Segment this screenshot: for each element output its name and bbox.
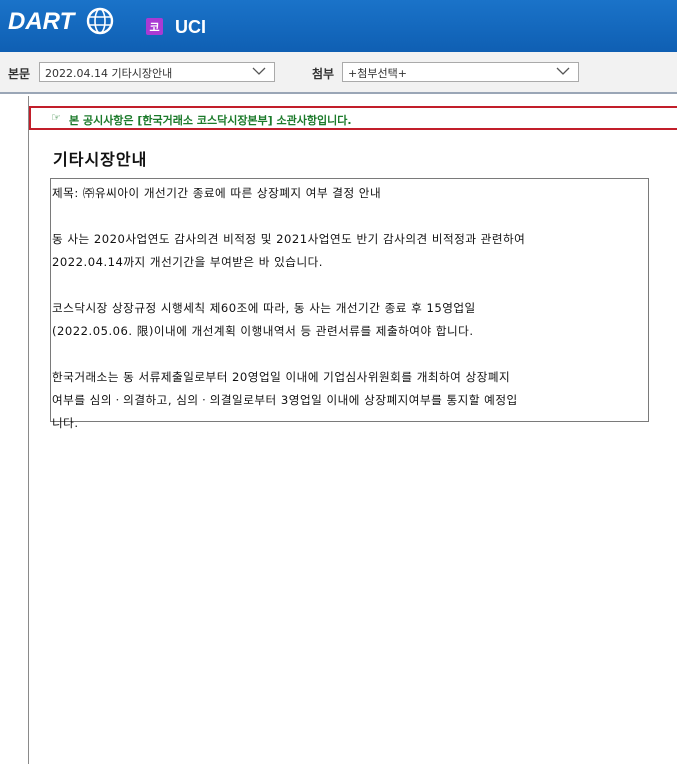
kosdaq-market-badge: 코 xyxy=(146,18,163,35)
document-content: 제목: ㈜유씨아이 개선기간 종료에 따른 상장폐지 여부 결정 안내 동 사는… xyxy=(50,178,649,430)
document-title: 기타시장안내 xyxy=(53,150,148,169)
paragraph-3-line-2: 여부를 심의ㆍ의결하고, 심의ㆍ의결일로부터 3영업일 이내에 상장폐지여부를 … xyxy=(52,393,518,407)
dart-logo[interactable]: DART xyxy=(8,6,114,38)
paragraph-1-line-2: 2022.04.14까지 개선기간을 부여받은 바 있습니다. xyxy=(52,255,323,269)
attach-select-value: +첨부선택+ xyxy=(348,67,407,80)
paragraph-1-line-1: 동 사는 2020사업연도 감사의견 비적정 및 2021사업연도 반기 감사의… xyxy=(52,232,526,246)
chevron-down-icon xyxy=(252,67,266,75)
paragraph-2-line-1: 코스닥시장 상장규정 시행세칙 제60조에 따라, 동 사는 개선기간 종료 후… xyxy=(52,301,476,315)
paragraph-2-line-2: (2022.05.06. 限)이내에 개선계획 이행내역서 등 관련서류를 제출… xyxy=(52,324,474,338)
document-viewer[interactable]: ☞ 본 공시사항은 [한국거래소 코스닥시장본부] 소관사항입니다. 기타시장안… xyxy=(28,96,677,764)
attach-label: 첨부 xyxy=(312,67,335,81)
paragraph-3-line-3: 니다. xyxy=(52,416,79,430)
header-bar: DART 코 UCI xyxy=(0,0,677,52)
body-select-value: 2022.04.14 기타시장안내 xyxy=(45,67,173,80)
jurisdiction-notice: ☞ 본 공시사항은 [한국거래소 코스닥시장본부] 소관사항입니다. xyxy=(29,106,677,130)
body-select[interactable]: 2022.04.14 기타시장안내 xyxy=(39,62,275,82)
company-name: UCI xyxy=(175,17,206,37)
paragraph-3-line-1: 한국거래소는 동 서류제출일로부터 20영업일 이내에 기업심사위원회를 개최하… xyxy=(52,370,511,384)
globe-icon xyxy=(86,7,114,35)
subject-line: 제목: ㈜유씨아이 개선기간 종료에 따른 상장폐지 여부 결정 안내 xyxy=(52,186,382,200)
document-toolbar: 본문 2022.04.14 기타시장안내 첨부 +첨부선택+ xyxy=(0,52,677,94)
body-label: 본문 xyxy=(8,67,31,81)
logo-text: DART xyxy=(8,8,75,35)
chevron-down-icon xyxy=(556,67,570,75)
notice-text: 본 공시사항은 [한국거래소 코스닥시장본부] 소관사항입니다. xyxy=(69,114,352,127)
attach-select[interactable]: +첨부선택+ xyxy=(342,62,579,82)
hand-pointer-icon: ☞ xyxy=(51,111,61,124)
